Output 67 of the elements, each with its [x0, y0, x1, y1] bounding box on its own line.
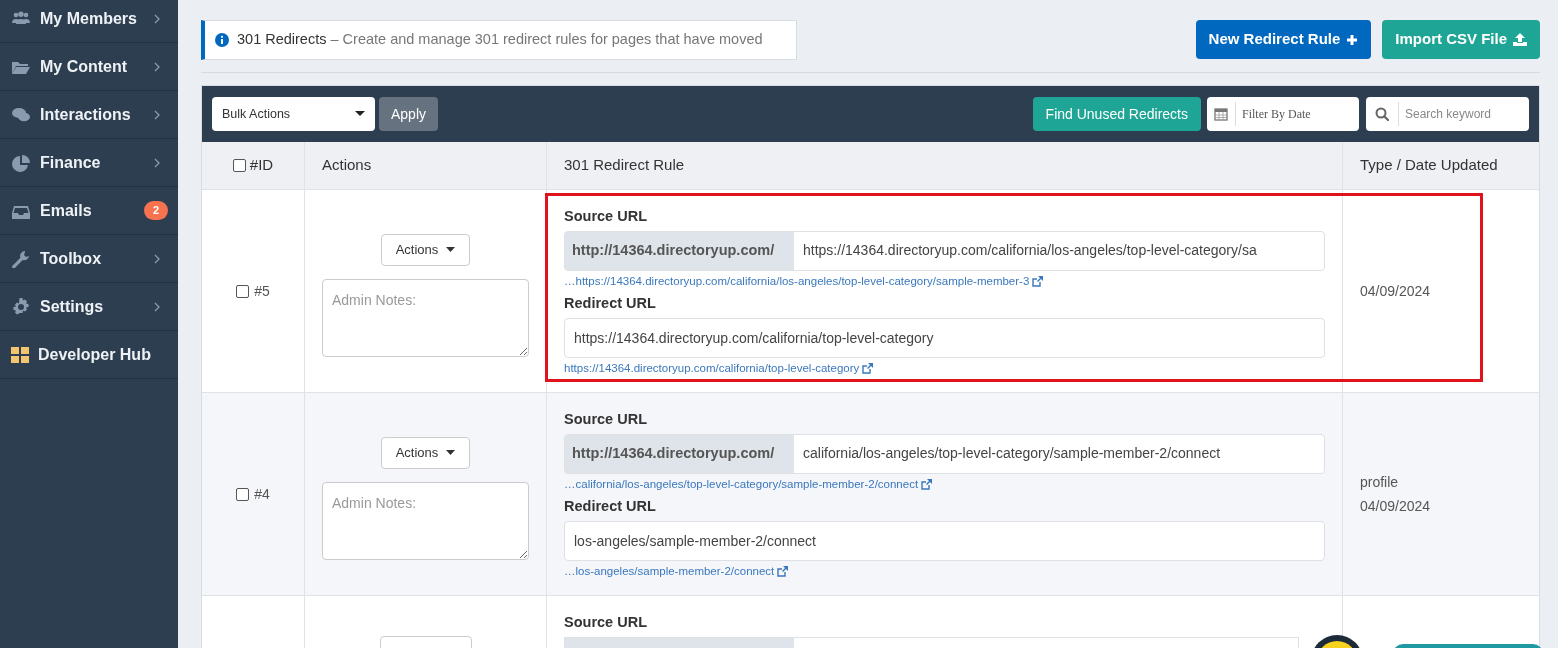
pie-icon: [11, 153, 31, 172]
sidebar-item[interactable]: Settings: [0, 283, 178, 331]
url-link[interactable]: …los-angeles/sample-member-2/connect: [564, 562, 789, 580]
checkbox[interactable]: [232, 159, 246, 172]
banner-text: 301 Redirects – Create and manage 301 redirect rules for pages that have moved: [237, 30, 763, 50]
date-updated: 04/09/2024: [1360, 496, 1432, 516]
url-link[interactable]: …california/los-angeles/top-level-category/sample-member-2/connect: [564, 475, 933, 493]
actions-dropdown[interactable]: Actions: [380, 233, 471, 266]
grid-icon: [11, 345, 29, 364]
field-label: Source URL: [564, 207, 647, 226]
new-redirect-rule-button[interactable]: New Redirect Rule: [1195, 20, 1372, 59]
plus-icon: [1346, 33, 1359, 46]
redirect-url-field[interactable]: los-angeles/sample-member-2/connect: [564, 520, 1325, 561]
source-url-input[interactable]: california/los-angeles/top-level-category/sample-member-2/connect: [794, 434, 1324, 473]
url-link[interactable]: https://14364.directoryup.com/california/top-level-category: [564, 359, 874, 377]
bulk-actions-dropdown[interactable]: Bulk Actions: [212, 97, 375, 131]
external-link-icon: [921, 478, 933, 490]
sidebar-item[interactable]: Finance: [0, 139, 178, 187]
checkbox[interactable]: [236, 487, 250, 501]
admin-notes-field[interactable]: Admin Notes:: [322, 481, 529, 560]
field-label: Source URL: [564, 613, 647, 632]
url-prefix: http://14364.directoryup.com/: [565, 231, 794, 270]
sidebar-item[interactable]: Interactions: [0, 91, 178, 139]
gear-icon: [11, 297, 31, 316]
external-link-icon: [777, 565, 789, 577]
row-id: #5: [254, 281, 270, 301]
column-header: #ID: [249, 155, 274, 176]
apply-button[interactable]: Apply: [379, 97, 439, 131]
search-field[interactable]: Search keyword: [1366, 97, 1529, 131]
sidebar-item[interactable]: My Content: [0, 43, 178, 91]
sidebar-item[interactable]: Toolbox: [0, 235, 178, 283]
calendar-icon: [1214, 107, 1228, 121]
redirect-type: profile: [1360, 472, 1400, 492]
search-input[interactable]: Search keyword: [1399, 105, 1519, 123]
date-updated: 04/09/2024: [1360, 281, 1432, 301]
count-badge: 2: [143, 201, 168, 220]
url-prefix: http://14364.directoryup.com/: [565, 434, 794, 473]
url-link[interactable]: …https://14364.directoryup.com/california/los-angeles/top-level-category/sample-member-3: [564, 272, 1044, 290]
source-url-input[interactable]: https://14364.directoryup.com/california/los-angeles/top-level-category/sa: [794, 231, 1324, 270]
column-header: Actions: [322, 155, 372, 176]
admin-notes-field[interactable]: Admin Notes:: [322, 278, 529, 357]
source-url-field[interactable]: http://14364.directoryup.com/ https://14364.directoryup.com/california/los-angeles/top-level-category/sa: [564, 230, 1325, 271]
search-icon: [1375, 107, 1389, 121]
sidebar-item[interactable]: Developer Hub: [0, 331, 178, 379]
sidebar-item[interactable]: My Members: [0, 0, 178, 43]
caret-down-icon: [446, 450, 456, 455]
caret-down-icon: [355, 111, 365, 117]
upload-icon: [1513, 33, 1527, 46]
field-label: Redirect URL: [564, 294, 656, 313]
info-icon: [215, 33, 229, 47]
checkbox[interactable]: [236, 284, 250, 298]
sidebar-item[interactable]: Emails 2: [0, 187, 178, 235]
actions-dropdown[interactable]: Actions: [380, 436, 471, 469]
column-header: 301 Redirect Rule: [564, 155, 685, 176]
external-link-icon: [862, 362, 874, 374]
field-label: Source URL: [564, 410, 647, 429]
wrench-icon: [11, 249, 31, 268]
source-url-field[interactable]: http://14364.directoryup.com/ california/los-angeles/top-level-category/sample-member-2/connect: [564, 433, 1325, 474]
chat-icon: [11, 105, 31, 124]
field-label: Redirect URL: [564, 497, 656, 516]
row-id: #4: [254, 484, 270, 504]
redirect-url-field[interactable]: https://14364.directoryup.com/california/top-level-category: [564, 317, 1325, 358]
date-filter-input[interactable]: Filter By Date: [1236, 105, 1348, 123]
external-link-icon: [1032, 275, 1044, 287]
caret-down-icon: [446, 247, 456, 252]
column-header: Type / Date Updated: [1360, 155, 1498, 176]
date-filter-field[interactable]: Filter By Date: [1207, 97, 1359, 131]
